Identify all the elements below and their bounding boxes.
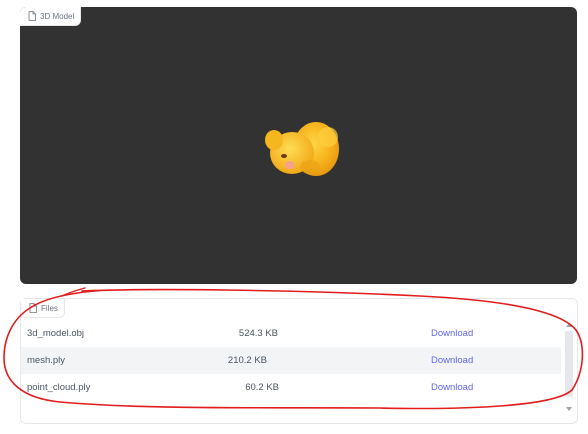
file-row: 3d_model.obj 524.3 KB Download [21, 320, 561, 347]
scroll-thumb[interactable] [565, 331, 573, 397]
model-viewer-panel[interactable]: 3D Model [20, 7, 577, 284]
file-size: 524.3 KB [238, 328, 278, 339]
files-panel-tag: Files [21, 299, 65, 318]
file-name: 3d_model.obj [27, 328, 85, 339]
file-row: mesh.ply 210.2 KB Download [21, 347, 561, 374]
file-icon [28, 11, 36, 21]
files-panel-label: Files [41, 303, 58, 313]
scroll-up-arrow-icon[interactable] [566, 323, 572, 327]
app-root: 3D Model Files 3d_model.obj 524.3 KB Dow… [0, 0, 588, 434]
file-row: point_cloud.ply 60.2 KB Download [21, 374, 561, 401]
model-panel-tag: 3D Model [20, 7, 82, 26]
download-link[interactable]: Download [431, 355, 473, 366]
file-size: 210.2 KB [227, 355, 267, 366]
file-name: point_cloud.ply [27, 382, 91, 393]
file-name: mesh.ply [27, 355, 66, 366]
model-panel-label: 3D Model [40, 11, 75, 21]
file-size: 60.2 KB [245, 382, 279, 393]
download-link[interactable]: Download [431, 328, 473, 339]
files-panel: Files 3d_model.obj 524.3 KB Download mes… [20, 298, 578, 424]
model-canvas[interactable] [20, 7, 577, 284]
duck-model [265, 122, 339, 176]
download-link[interactable]: Download [431, 382, 473, 393]
file-list: 3d_model.obj 524.3 KB Download mesh.ply … [21, 320, 561, 402]
scroll-down-arrow-icon[interactable] [566, 407, 572, 411]
file-icon [29, 303, 37, 313]
scrollbar[interactable] [563, 321, 575, 411]
